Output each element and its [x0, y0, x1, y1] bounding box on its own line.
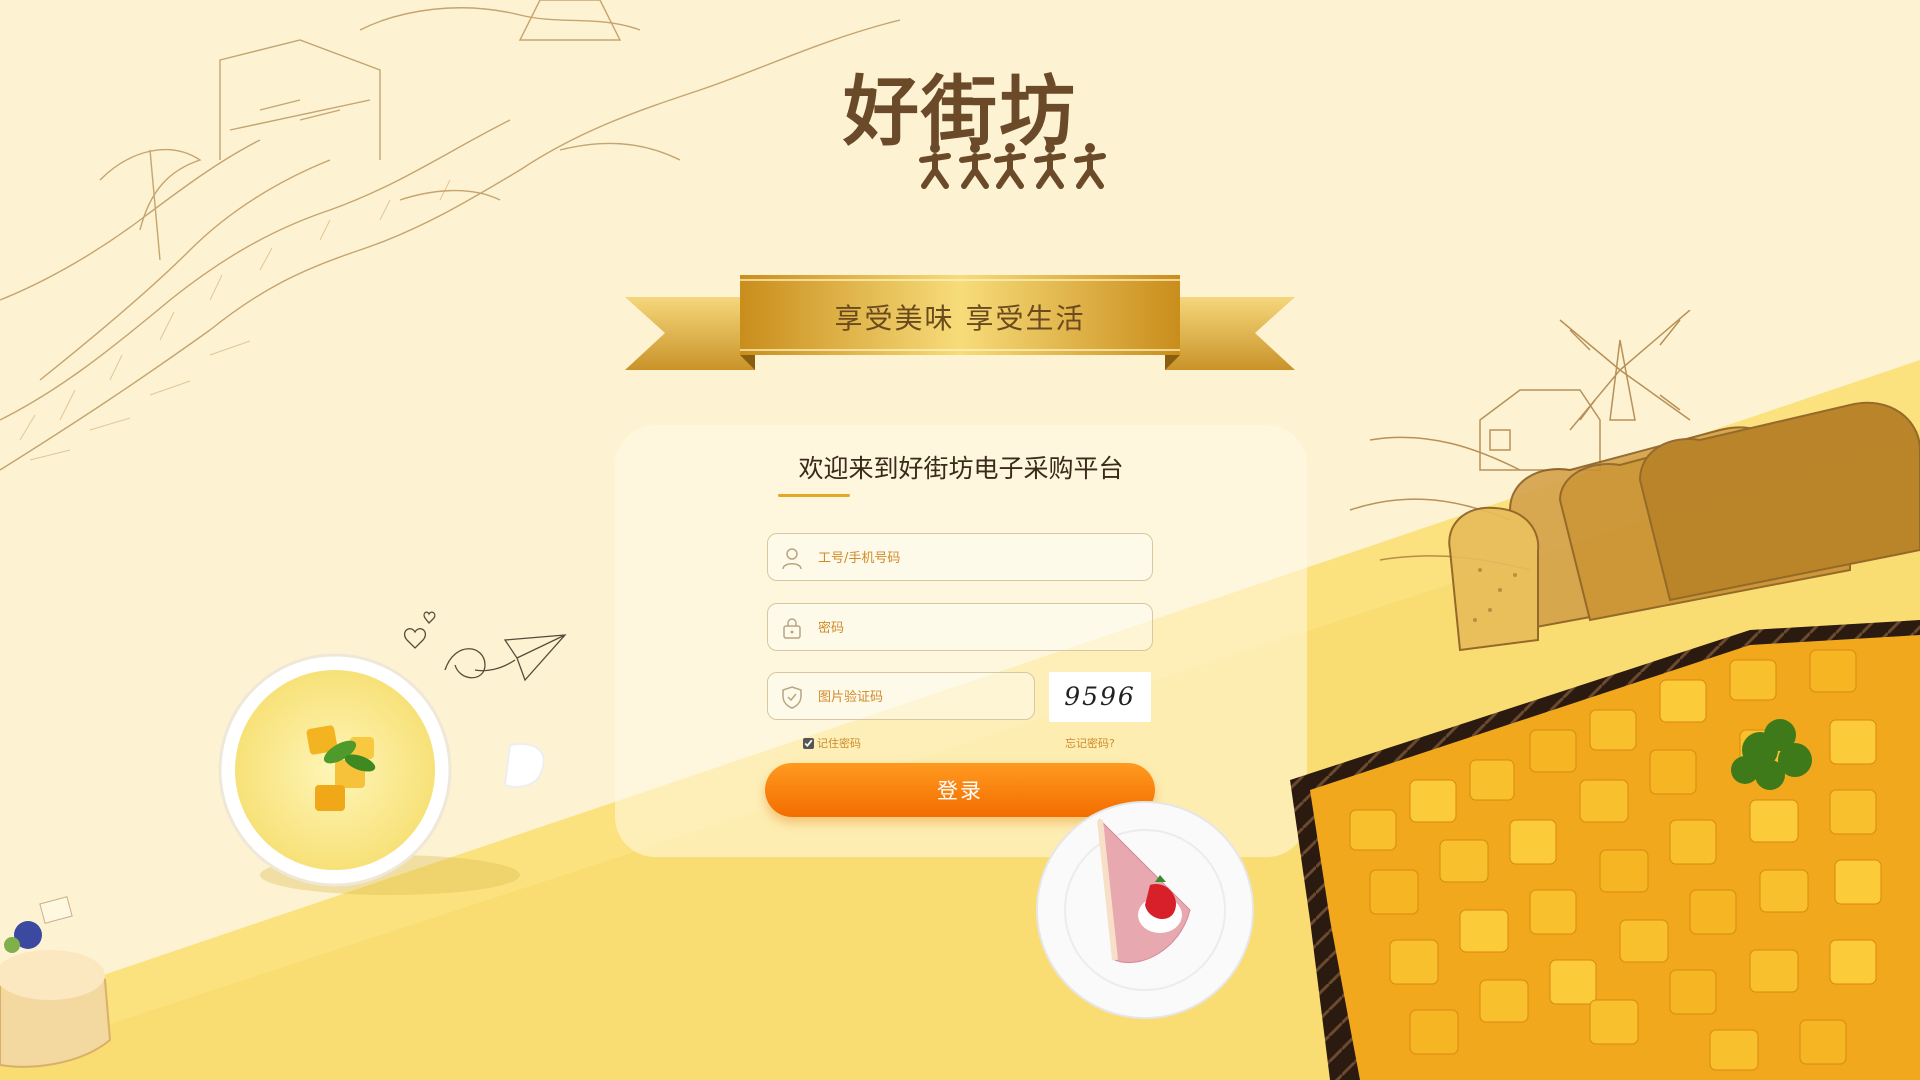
password-input[interactable]	[816, 604, 1140, 652]
captcha-image[interactable]: 9596	[1049, 672, 1151, 722]
captcha-field[interactable]	[767, 672, 1035, 721]
mango-pudding-image	[218, 653, 545, 895]
mango-cake-image	[1290, 620, 1920, 1080]
lock-icon	[783, 618, 801, 639]
password-field[interactable]	[767, 603, 1153, 652]
slogan-text: 享受美味 享受生活	[834, 302, 1086, 335]
username-input[interactable]	[816, 534, 1140, 582]
login-panel: 欢迎来到好街坊电子采购平台 9596 记住密码 忘记密码? 登录	[615, 425, 1307, 857]
remember-password[interactable]: 记住密码	[803, 735, 861, 751]
username-field[interactable]	[767, 533, 1153, 582]
brand-logo: 好街坊	[790, 50, 1130, 190]
people-icon	[919, 143, 1106, 189]
login-title: 欢迎来到好街坊电子采购平台	[798, 454, 1124, 483]
user-icon	[782, 548, 802, 570]
title-underline	[778, 494, 850, 497]
remember-label: 记住密码	[817, 737, 861, 750]
strawberry-cake-image	[1036, 801, 1254, 1019]
fruit-tart-image	[0, 896, 112, 1068]
slogan-ribbon: 享受美味 享受生活	[625, 275, 1295, 375]
remember-checkbox[interactable]	[803, 737, 814, 749]
forgot-password-link[interactable]: 忘记密码?	[1065, 735, 1115, 751]
captcha-input[interactable]	[816, 673, 1020, 721]
shield-icon	[782, 686, 802, 709]
